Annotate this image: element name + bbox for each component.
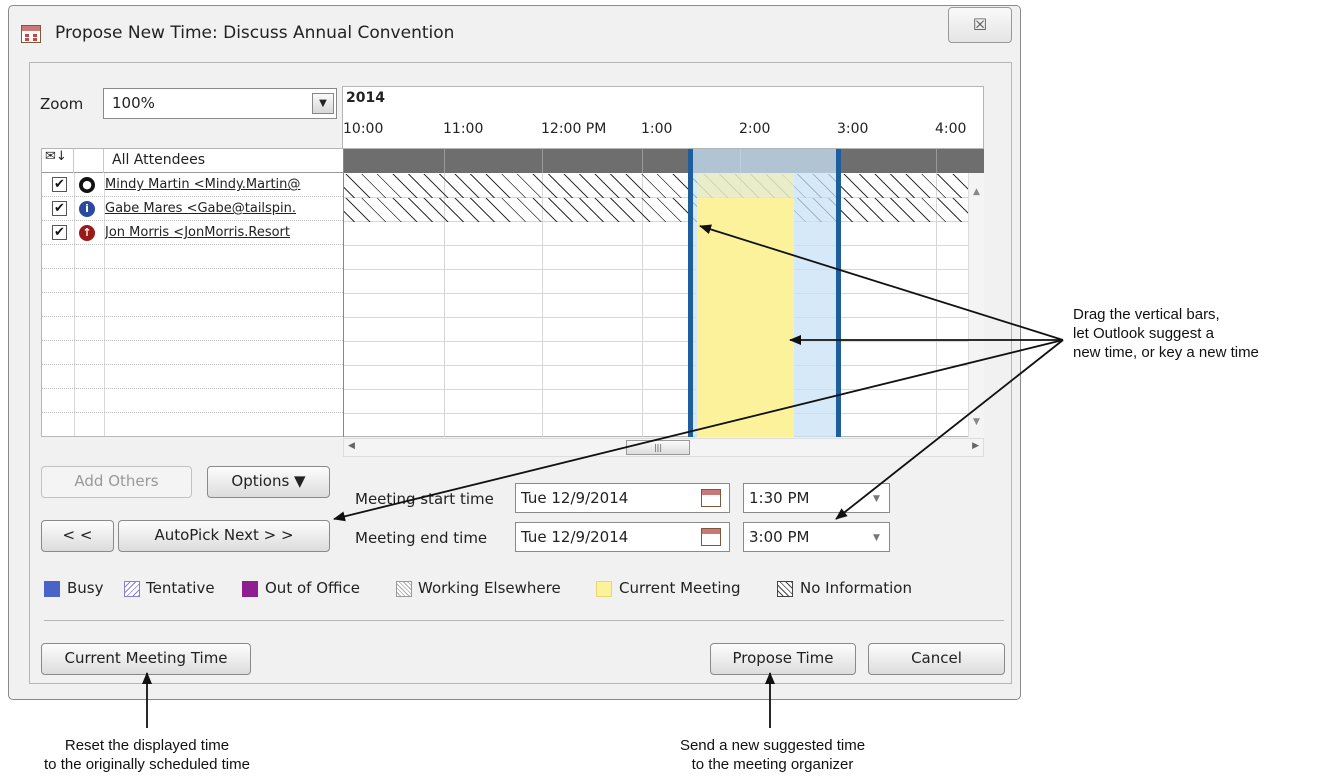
empty-attendee-row[interactable] [42, 389, 343, 413]
attendee-name[interactable]: Mindy Martin <Mindy.Martin@ [105, 177, 343, 192]
start-time-field[interactable]: 1:30 PM [743, 483, 890, 513]
all-attendees-busy-bar [344, 149, 984, 173]
empty-attendee-row[interactable] [42, 317, 343, 341]
no-information-swatch [777, 581, 793, 597]
busy-swatch [44, 581, 60, 597]
free-busy-grid[interactable]: ▲ ▼ [343, 149, 984, 437]
zoom-select[interactable]: 100% ▼ [103, 88, 337, 119]
hour-label: 12:00 PM [541, 121, 607, 137]
attendee-row[interactable]: ✔ ↑ Jon Morris <JonMorris.Resort [42, 221, 343, 245]
empty-attendee-row[interactable] [42, 341, 343, 365]
required-attendee-icon: ↑ [79, 225, 95, 241]
scheduling-panel: Zoom 100% ▼ 2014 10:00 11:00 12:00 PM 1:… [29, 62, 1012, 684]
empty-attendee-row[interactable] [42, 245, 343, 269]
start-date-field[interactable]: Tue 12/9/2014 [515, 483, 730, 513]
zoom-value: 100% [112, 94, 155, 112]
working-elsewhere-swatch [396, 581, 412, 597]
autopick-next-button[interactable]: AutoPick Next > > [118, 520, 330, 552]
all-attendees-label: All Attendees [112, 152, 206, 168]
zoom-label: Zoom [40, 95, 84, 113]
start-date-value: Tue 12/9/2014 [521, 489, 629, 507]
current-meeting-swatch [596, 581, 612, 597]
attendee-checkbox[interactable]: ✔ [52, 225, 67, 240]
propose-time-button[interactable]: Propose Time [710, 643, 856, 675]
calendar-icon[interactable] [701, 528, 721, 546]
divider [44, 620, 1004, 621]
organizer-icon: ● [79, 177, 95, 193]
attendee-row[interactable]: ✔ ● Mindy Martin <Mindy.Martin@ [42, 173, 343, 197]
timeline-header: 2014 10:00 11:00 12:00 PM 1:00 2:00 3:00… [342, 86, 984, 149]
chevron-down-icon[interactable]: ▼ [873, 533, 880, 543]
envelope-icon[interactable]: ✉↓ [42, 149, 74, 173]
window-title: Propose New Time: Discuss Annual Convent… [55, 23, 455, 43]
attendee-name[interactable]: Gabe Mares <Gabe@tailspin. [105, 201, 343, 216]
close-button[interactable]: ☒ [948, 7, 1012, 43]
hour-label: 2:00 [739, 121, 771, 137]
chevron-down-icon[interactable]: ▼ [873, 494, 880, 504]
chevron-down-icon[interactable]: ▼ [312, 93, 334, 114]
drag-bars-callout: Drag the vertical bars, let Outlook sugg… [1073, 306, 1259, 361]
send-time-callout: Send a new suggested time to the meeting… [679, 737, 866, 773]
end-date-field[interactable]: Tue 12/9/2014 [515, 522, 730, 552]
calendar-icon [21, 25, 41, 43]
add-others-button[interactable]: Add Others [41, 466, 192, 498]
no-information-block [344, 174, 984, 198]
attendee-list: ✔ ● Mindy Martin <Mindy.Martin@ ✔ i Gabe… [42, 173, 343, 437]
end-date-value: Tue 12/9/2014 [521, 528, 629, 546]
propose-new-time-dialog: Propose New Time: Discuss Annual Convent… [8, 5, 1021, 700]
optional-attendee-icon: i [79, 201, 95, 217]
calendar-icon[interactable] [701, 489, 721, 507]
hour-label: 4:00 [935, 121, 967, 137]
attendee-row[interactable]: ✔ i Gabe Mares <Gabe@tailspin. [42, 197, 343, 221]
attendee-name[interactable]: Jon Morris <JonMorris.Resort [105, 225, 343, 240]
empty-attendee-row[interactable] [42, 365, 343, 389]
timeline-year: 2014 [346, 90, 385, 106]
title-bar: Propose New Time: Discuss Annual Convent… [9, 6, 1020, 60]
tentative-swatch [124, 581, 140, 597]
meeting-end-label: Meeting end time [355, 529, 488, 547]
start-time-drag-bar[interactable] [688, 149, 693, 437]
horizontal-scrollbar[interactable]: ◀ ||| ▶ [343, 438, 984, 457]
hour-label: 11:00 [443, 121, 484, 137]
empty-attendee-row[interactable] [42, 269, 343, 293]
empty-attendee-row[interactable] [42, 413, 343, 437]
attendee-list-header: ✉↓ All Attendees [42, 149, 343, 173]
scrollbar-thumb[interactable]: ||| [626, 440, 690, 455]
hour-label: 1:00 [641, 121, 673, 137]
hour-label: 3:00 [837, 121, 869, 137]
reset-time-callout: Reset the displayed time to the original… [44, 737, 250, 773]
attendee-checkbox[interactable]: ✔ [52, 201, 67, 216]
out-of-office-swatch [242, 581, 258, 597]
options-button[interactable]: Options ▼ [207, 466, 330, 498]
start-time-value: 1:30 PM [749, 489, 810, 507]
close-icon: ☒ [972, 15, 988, 34]
previous-time-button[interactable]: < < [41, 520, 114, 552]
end-time-field[interactable]: 3:00 PM [743, 522, 890, 552]
vertical-scrollbar[interactable]: ▲ ▼ [968, 173, 984, 437]
hour-label: 10:00 [343, 121, 384, 137]
scheduling-grid: ✉↓ All Attendees ✔ ● Mindy Martin <Mindy… [41, 148, 984, 437]
meeting-start-label: Meeting start time [355, 490, 494, 508]
current-meeting-time-button[interactable]: Current Meeting Time [41, 643, 251, 675]
no-information-block [344, 198, 984, 222]
cancel-button[interactable]: Cancel [868, 643, 1005, 675]
end-time-value: 3:00 PM [749, 528, 810, 546]
empty-attendee-row[interactable] [42, 293, 343, 317]
end-time-drag-bar[interactable] [836, 149, 841, 437]
attendee-checkbox[interactable]: ✔ [52, 177, 67, 192]
current-meeting-block [697, 198, 794, 437]
